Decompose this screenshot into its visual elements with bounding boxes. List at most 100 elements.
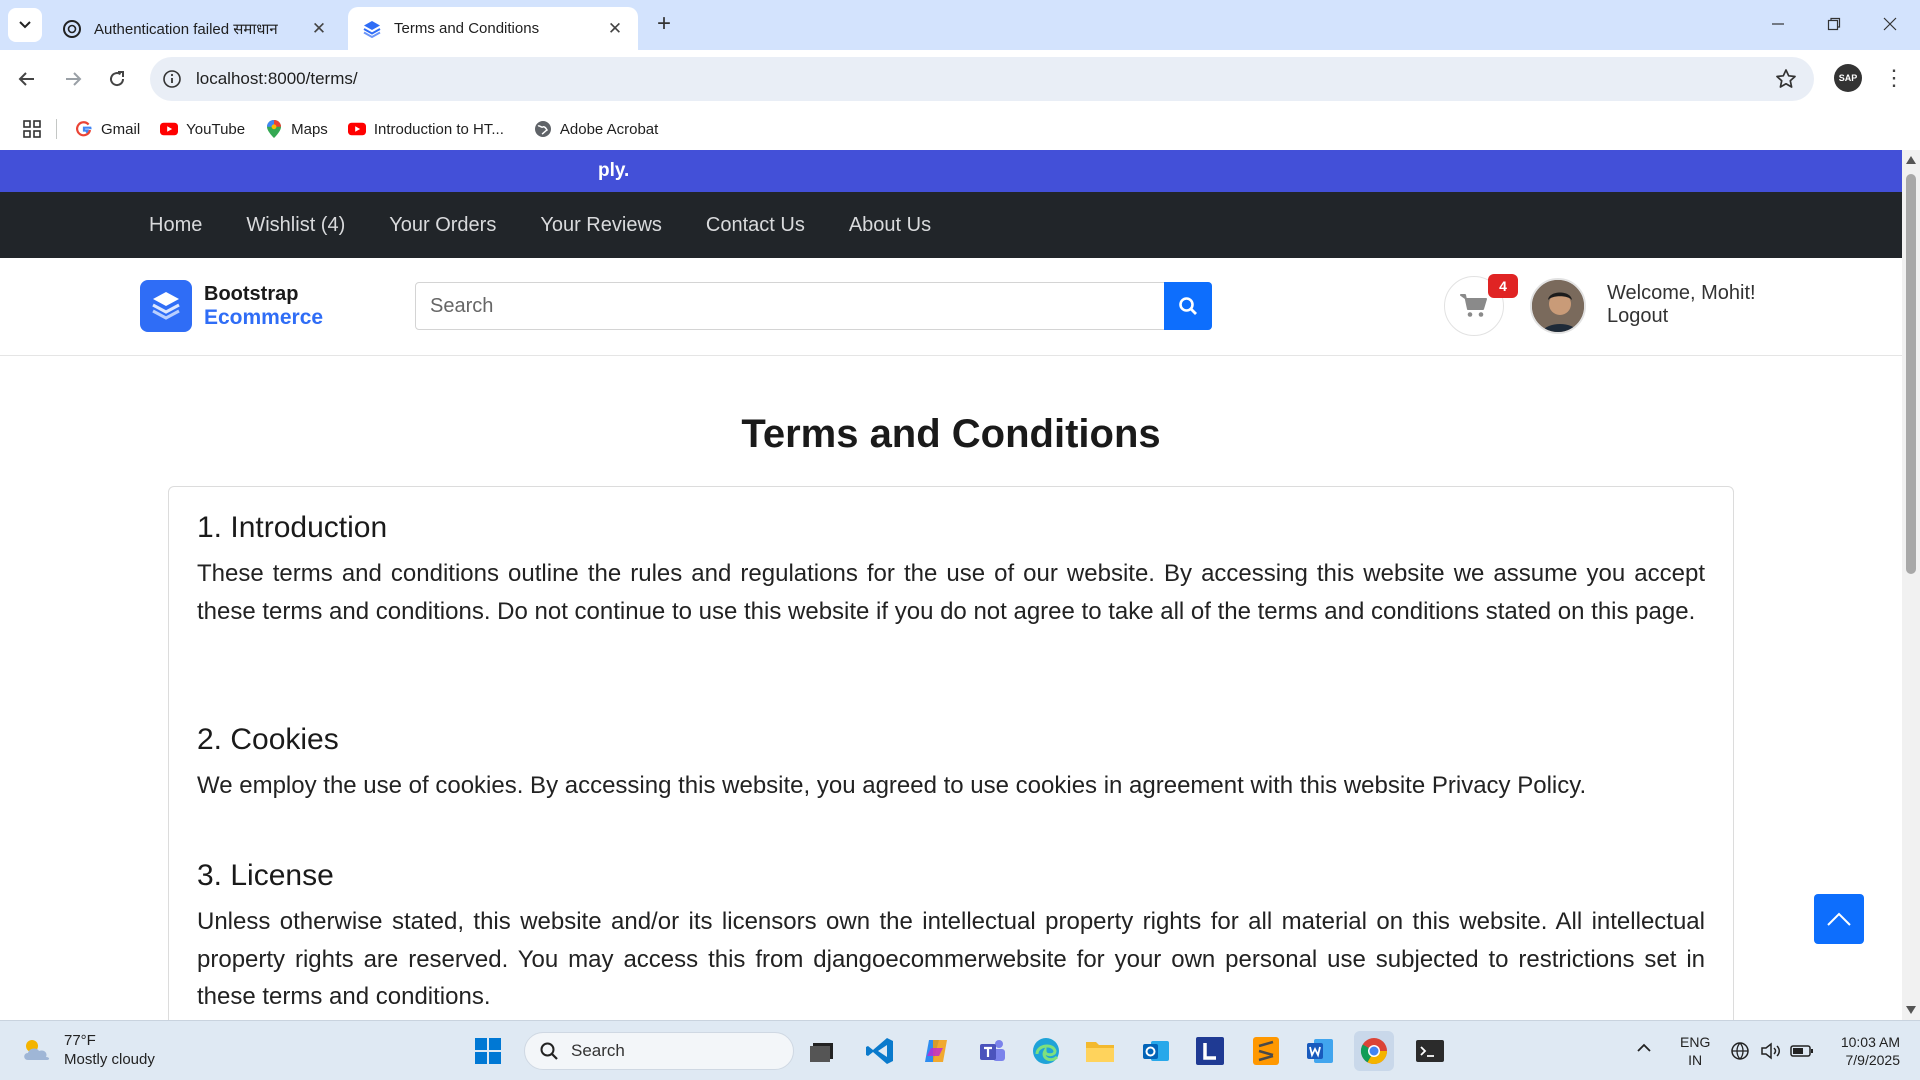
announcement-text: ply. bbox=[598, 160, 630, 181]
scroll-down-arrow[interactable] bbox=[1906, 1006, 1916, 1014]
tab-terms-and-conditions[interactable]: Terms and Conditions ✕ bbox=[348, 7, 638, 50]
file-explorer-app[interactable] bbox=[1080, 1031, 1120, 1071]
search-input[interactable] bbox=[416, 283, 1164, 329]
address-bar[interactable]: localhost:8000/terms/ bbox=[150, 57, 1814, 101]
teams-app[interactable] bbox=[972, 1031, 1012, 1071]
bookmark-gmail[interactable]: Gmail bbox=[75, 120, 140, 138]
bookmark-introduction-to-html[interactable]: Introduction to HT... bbox=[347, 120, 504, 138]
restore-button[interactable] bbox=[1812, 6, 1856, 42]
layers-icon bbox=[363, 20, 381, 38]
bookmark-youtube[interactable]: YouTube bbox=[160, 120, 245, 138]
youtube-icon bbox=[347, 120, 366, 138]
openai-icon bbox=[63, 19, 81, 38]
scrollbar-thumb[interactable] bbox=[1906, 174, 1916, 574]
apps-grid-icon[interactable] bbox=[22, 119, 42, 139]
language-code: ENG bbox=[1680, 1034, 1711, 1050]
scroll-up-arrow[interactable] bbox=[1906, 156, 1916, 164]
star-icon[interactable] bbox=[1774, 67, 1798, 91]
url-text[interactable]: localhost:8000/terms/ bbox=[196, 69, 358, 89]
word-app[interactable] bbox=[1300, 1031, 1340, 1071]
cart-count-badge: 4 bbox=[1488, 274, 1518, 298]
clock-date: 7/9/2025 bbox=[1845, 1052, 1901, 1068]
bookmark-label: Maps bbox=[291, 120, 328, 138]
network-icon[interactable] bbox=[1730, 1041, 1750, 1065]
start-button[interactable] bbox=[468, 1031, 508, 1071]
close-window-button[interactable] bbox=[1868, 6, 1912, 42]
nav-about-us[interactable]: About Us bbox=[849, 214, 931, 237]
forward-button[interactable] bbox=[56, 62, 90, 96]
language-indicator[interactable]: ENG IN bbox=[1680, 1033, 1710, 1069]
chevron-up-icon bbox=[1827, 912, 1851, 926]
info-icon[interactable] bbox=[162, 69, 182, 89]
nav-wishlist[interactable]: Wishlist (4) bbox=[246, 214, 345, 237]
google-icon bbox=[75, 120, 93, 138]
chrome-app[interactable] bbox=[1354, 1031, 1394, 1071]
profile-avatar[interactable]: SAP bbox=[1834, 64, 1862, 92]
task-view-icon bbox=[810, 1043, 833, 1062]
tab-search-button[interactable] bbox=[8, 8, 42, 42]
weather-description: Mostly cloudy bbox=[64, 1051, 155, 1068]
section-body: Unless otherwise stated, this website an… bbox=[197, 908, 1705, 1010]
new-tab-button[interactable]: + bbox=[650, 10, 678, 38]
brand-line-1: Bootstrap bbox=[204, 283, 299, 305]
vscode-app[interactable] bbox=[860, 1031, 900, 1071]
reload-button[interactable] bbox=[100, 62, 134, 96]
section-body: These terms and conditions outline the r… bbox=[197, 560, 1705, 625]
bookmarks-bar: Gmail YouTube Maps Introduction to HT...… bbox=[0, 108, 1920, 150]
edge-app[interactable] bbox=[1026, 1031, 1066, 1071]
copilot-icon bbox=[925, 1040, 947, 1062]
logout-link[interactable]: Logout bbox=[1607, 305, 1756, 328]
bookmark-maps[interactable]: Maps bbox=[265, 120, 328, 138]
page-scrollbar[interactable] bbox=[1902, 150, 1920, 1020]
taskbar-search[interactable]: Search bbox=[524, 1032, 794, 1070]
weather-widget[interactable]: 77°F Mostly cloudy bbox=[20, 1031, 155, 1069]
weather-temperature: 77°F bbox=[64, 1032, 96, 1049]
brand-line-2: Ecommerce bbox=[204, 306, 324, 329]
close-icon[interactable]: ✕ bbox=[606, 19, 624, 38]
terminal-app[interactable] bbox=[1410, 1031, 1450, 1071]
bookmark-label: Gmail bbox=[101, 120, 141, 138]
nav-your-orders[interactable]: Your Orders bbox=[389, 214, 496, 237]
bookmark-adobe-acrobat[interactable]: Adobe Acrobat bbox=[534, 120, 658, 138]
windows-icon bbox=[475, 1038, 501, 1064]
page-title: Terms and Conditions bbox=[741, 412, 1161, 456]
search-icon bbox=[1179, 297, 1197, 315]
teams-icon bbox=[980, 1040, 1005, 1061]
search-icon bbox=[540, 1042, 558, 1060]
bookmark-label: Introduction to HT... bbox=[373, 120, 504, 138]
menu-icon[interactable]: ⋮ bbox=[1880, 64, 1908, 92]
nav-contact-us[interactable]: Contact Us bbox=[706, 214, 805, 237]
section-heading: 2. Cookies bbox=[197, 723, 339, 756]
user-avatar[interactable] bbox=[1530, 278, 1586, 334]
section-heading: 1. Introduction bbox=[197, 511, 388, 544]
chevron-up-icon bbox=[1637, 1043, 1651, 1052]
word-icon bbox=[1307, 1039, 1333, 1063]
youtube-icon bbox=[160, 120, 179, 138]
copilot-app[interactable] bbox=[916, 1031, 956, 1071]
close-icon bbox=[1883, 17, 1897, 31]
show-hidden-icons[interactable] bbox=[1636, 1039, 1652, 1057]
task-view-button[interactable] bbox=[802, 1031, 842, 1071]
minimize-button[interactable] bbox=[1756, 6, 1800, 42]
volume-icon[interactable] bbox=[1760, 1041, 1782, 1065]
close-icon[interactable]: ✕ bbox=[310, 19, 328, 38]
back-button[interactable] bbox=[10, 62, 44, 96]
tab-strip: Authentication failed समाधान ✕ Terms and… bbox=[0, 0, 1920, 50]
sublime-text-app[interactable] bbox=[1246, 1031, 1286, 1071]
search-button[interactable] bbox=[1164, 282, 1212, 330]
l-app[interactable] bbox=[1190, 1031, 1230, 1071]
cloud-sun-icon bbox=[24, 1040, 50, 1060]
globe-icon bbox=[534, 120, 552, 138]
web-page: ply. Home Wishlist (4) Your Orders Your … bbox=[0, 150, 1920, 1020]
brand-logo[interactable]: Bootstrap Ecommerce bbox=[140, 280, 323, 332]
system-clock[interactable]: 10:03 AM 7/9/2025 bbox=[1830, 1033, 1900, 1069]
battery-icon[interactable] bbox=[1790, 1041, 1814, 1065]
clock-time: 10:03 AM bbox=[1840, 1034, 1900, 1050]
nav-home[interactable]: Home bbox=[149, 214, 202, 237]
scroll-to-top-button[interactable] bbox=[1814, 894, 1864, 944]
outlook-app[interactable] bbox=[1136, 1031, 1176, 1071]
taskbar-search-label: Search bbox=[571, 1041, 625, 1060]
nav-your-reviews[interactable]: Your Reviews bbox=[540, 214, 662, 237]
bookmark-label: YouTube bbox=[186, 120, 246, 138]
tab-authentication-failed[interactable]: Authentication failed समाधान ✕ bbox=[48, 7, 342, 50]
